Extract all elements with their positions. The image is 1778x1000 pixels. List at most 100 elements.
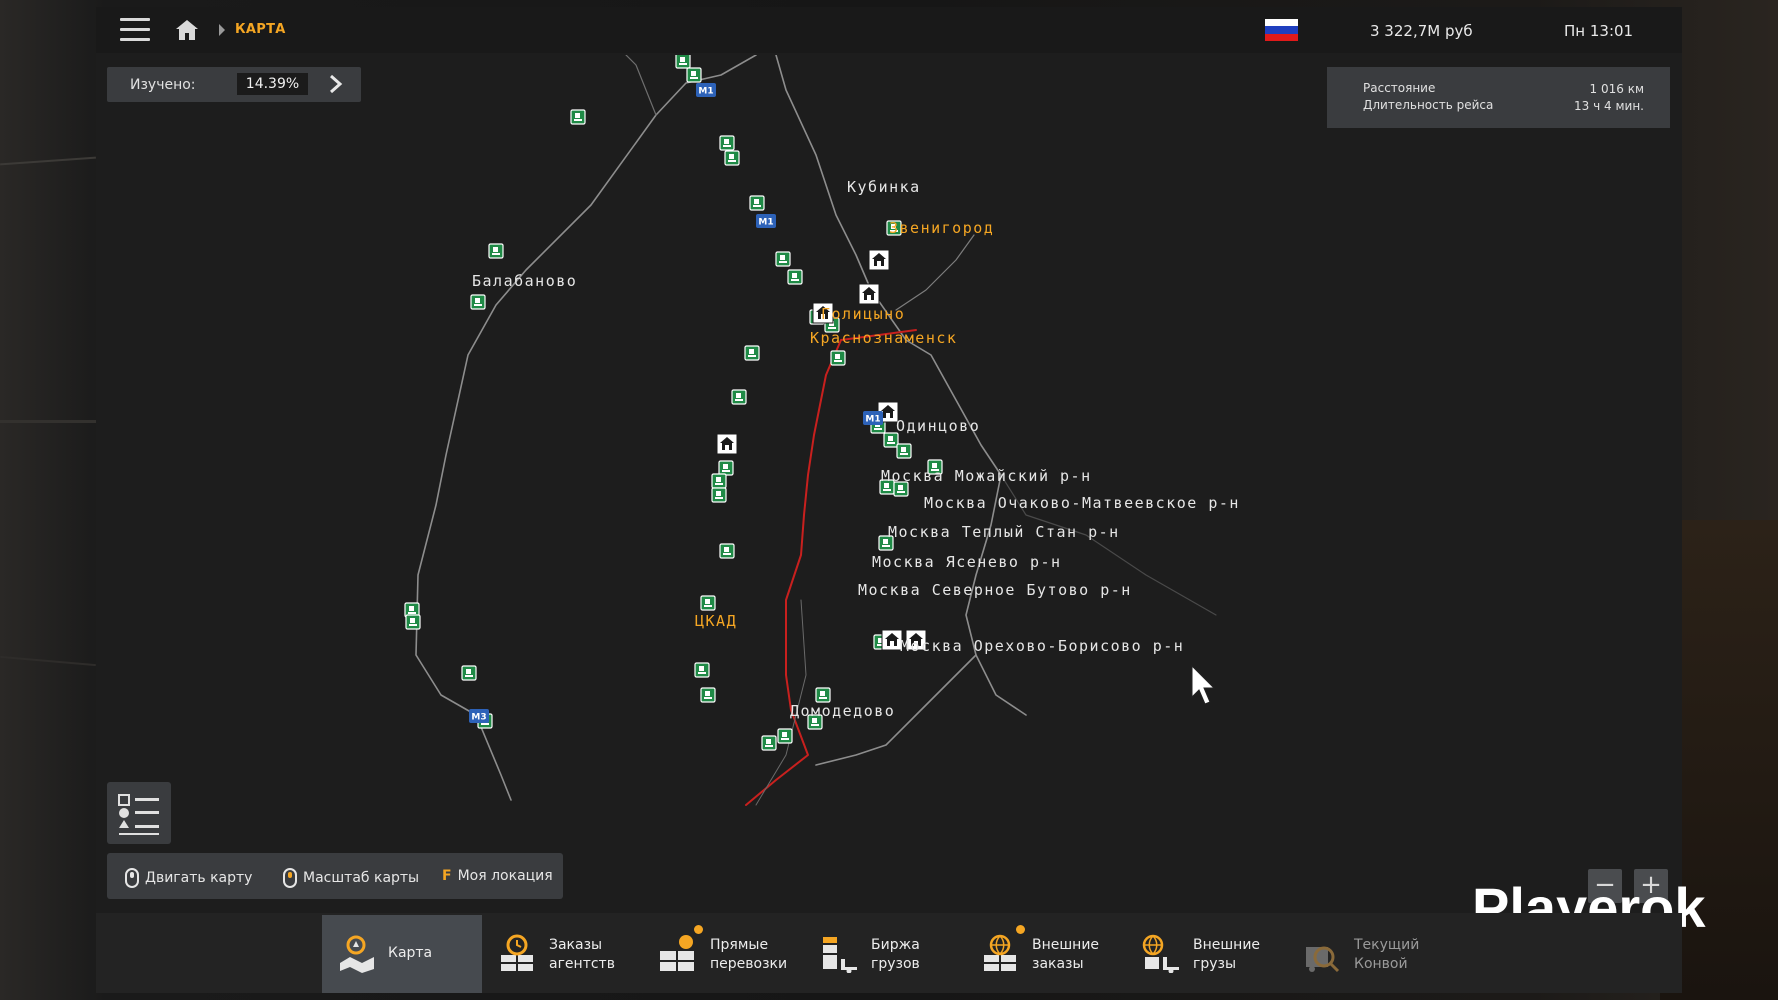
city-label: Москва Теплый Стан р-н <box>888 523 1120 541</box>
company-marker-icon[interactable] <box>787 269 803 285</box>
duration-value: 13 ч 4 мин. <box>1574 99 1644 113</box>
company-marker-icon[interactable] <box>749 195 765 211</box>
city-label: Москва Северное Бутово р-н <box>858 581 1132 599</box>
tab-map[interactable]: Карта <box>322 915 482 993</box>
company-marker-icon[interactable] <box>470 294 486 310</box>
tab-direct-transport[interactable]: Прямые перевозки <box>644 915 804 993</box>
company-marker-icon[interactable] <box>719 135 735 151</box>
world-map[interactable]: M1 M1 M1 M3 Кубинка Звенигород Балабаново Голи… <box>96 55 1682 910</box>
tab-agency-orders[interactable]: Заказы агентств <box>483 915 643 993</box>
company-marker-icon[interactable] <box>761 735 777 751</box>
garage-icon[interactable] <box>716 433 738 455</box>
road-segment <box>625 55 657 116</box>
company-marker-icon[interactable] <box>711 473 727 489</box>
garage-icon[interactable] <box>881 629 903 651</box>
cargo-market-icon <box>823 937 857 973</box>
tab-label: Заказы агентств <box>549 937 615 972</box>
company-marker-icon[interactable] <box>724 150 740 166</box>
company-marker-icon[interactable] <box>744 345 760 361</box>
tab-label: Биржа грузов <box>871 937 920 972</box>
road-sign-label: M1 <box>698 87 713 97</box>
city-label: Кубинка <box>847 178 921 196</box>
map-icon <box>340 935 374 973</box>
company-marker-icon[interactable] <box>700 595 716 611</box>
road-sign-icon: M1 <box>756 214 776 228</box>
background-guardrail <box>0 420 96 423</box>
tab-external-cargo[interactable]: Внешние грузы <box>1127 915 1287 993</box>
company-marker-icon[interactable] <box>830 350 846 366</box>
company-marker-icon[interactable] <box>731 389 747 405</box>
city-label: Москва Можайский р-н <box>881 467 1092 485</box>
company-marker-icon[interactable] <box>775 251 791 267</box>
company-marker-icon[interactable] <box>461 665 477 681</box>
breadcrumb-arrow-icon <box>219 24 225 36</box>
map-markers <box>404 55 943 751</box>
tab-label: Прямые перевозки <box>710 937 788 972</box>
hint-my-location[interactable]: F Моя локация <box>442 868 553 884</box>
city-label: ЦКАД <box>695 612 737 630</box>
road-sign-label: M1 <box>758 218 773 228</box>
company-marker-icon[interactable] <box>405 614 421 630</box>
mouse-left-icon <box>125 868 139 888</box>
chevron-right-icon[interactable] <box>325 74 345 94</box>
flag-stripe-red <box>1265 33 1298 41</box>
road-sign-icon: M3 <box>469 709 489 723</box>
company-marker-icon[interactable] <box>570 109 586 125</box>
company-marker-icon[interactable] <box>711 487 727 503</box>
convoy-icon <box>1306 946 1340 973</box>
tab-external-orders[interactable]: Внешние заказы <box>966 915 1126 993</box>
company-marker-icon[interactable] <box>883 432 899 448</box>
legend-list-icon <box>118 794 159 835</box>
company-marker-icon[interactable] <box>675 55 691 69</box>
company-marker-icon[interactable] <box>694 662 710 678</box>
garage-icon[interactable] <box>868 249 890 271</box>
city-label: Голицыно <box>821 305 905 323</box>
notification-dot <box>1016 925 1025 934</box>
direct-transport-icon <box>660 935 694 971</box>
money-balance: 3 322,7М руб <box>1370 22 1473 40</box>
city-label: Москва Очаково-Матвеевское р-н <box>924 494 1240 512</box>
breadcrumb: КАРТА <box>235 22 286 37</box>
duration-label: Длительность рейса <box>1363 98 1494 112</box>
company-marker-icon[interactable] <box>815 687 831 703</box>
external-cargo-icon <box>1142 934 1179 973</box>
tab-label: Карта <box>388 945 433 961</box>
city-label: Одинцово <box>896 417 980 435</box>
garage-icon[interactable] <box>858 283 880 305</box>
mouse-wheel-icon <box>283 868 297 888</box>
hint-move-map: Двигать карту <box>125 868 252 888</box>
distance-label: Расстояние <box>1363 81 1436 95</box>
hint-key: F <box>442 868 452 884</box>
notification-dot <box>694 925 703 934</box>
hamburger-menu-icon[interactable] <box>120 18 150 42</box>
company-marker-icon[interactable] <box>686 67 702 83</box>
tab-label: Внешние грузы <box>1193 937 1261 972</box>
control-hints: Двигать карту Масштаб карты F Моя локация <box>107 853 563 899</box>
road-sign-label: M1 <box>865 415 880 425</box>
company-marker-icon[interactable] <box>718 460 734 476</box>
background-guardrail <box>0 655 96 667</box>
road-sign-label: M3 <box>471 713 486 723</box>
company-marker-icon[interactable] <box>719 543 735 559</box>
road-sign-icon: M1 <box>863 411 883 425</box>
mouse-cursor-icon <box>1191 664 1216 705</box>
city-label: Балабаново <box>472 272 577 290</box>
company-marker-icon[interactable] <box>700 687 716 703</box>
hint-zoom-map: Масштаб карты <box>283 868 419 888</box>
game-clock: Пн 13:01 <box>1564 22 1634 40</box>
agency-orders-icon <box>501 934 533 971</box>
tab-cargo-market[interactable]: Биржа грузов <box>805 915 965 993</box>
tab-convoy[interactable]: Текущий Конвой <box>1288 915 1448 993</box>
explored-panel: Изучено: 14.39% <box>107 67 361 102</box>
road-sign-icon: M1 <box>696 83 716 97</box>
map-city-labels: Кубинка Звенигород Балабаново Голицыно Красн… <box>472 178 1240 720</box>
home-icon[interactable] <box>174 18 200 42</box>
explored-value: 14.39% <box>237 73 308 95</box>
route-info-panel: Расстояние 1 016 км Длительность рейса 1… <box>1327 67 1670 128</box>
map-legend-button[interactable] <box>107 782 171 844</box>
company-marker-icon[interactable] <box>777 728 793 744</box>
company-marker-icon[interactable] <box>896 443 912 459</box>
external-orders-icon <box>984 934 1016 971</box>
company-marker-icon[interactable] <box>488 243 504 259</box>
tab-label: Внешние заказы <box>1032 937 1100 972</box>
